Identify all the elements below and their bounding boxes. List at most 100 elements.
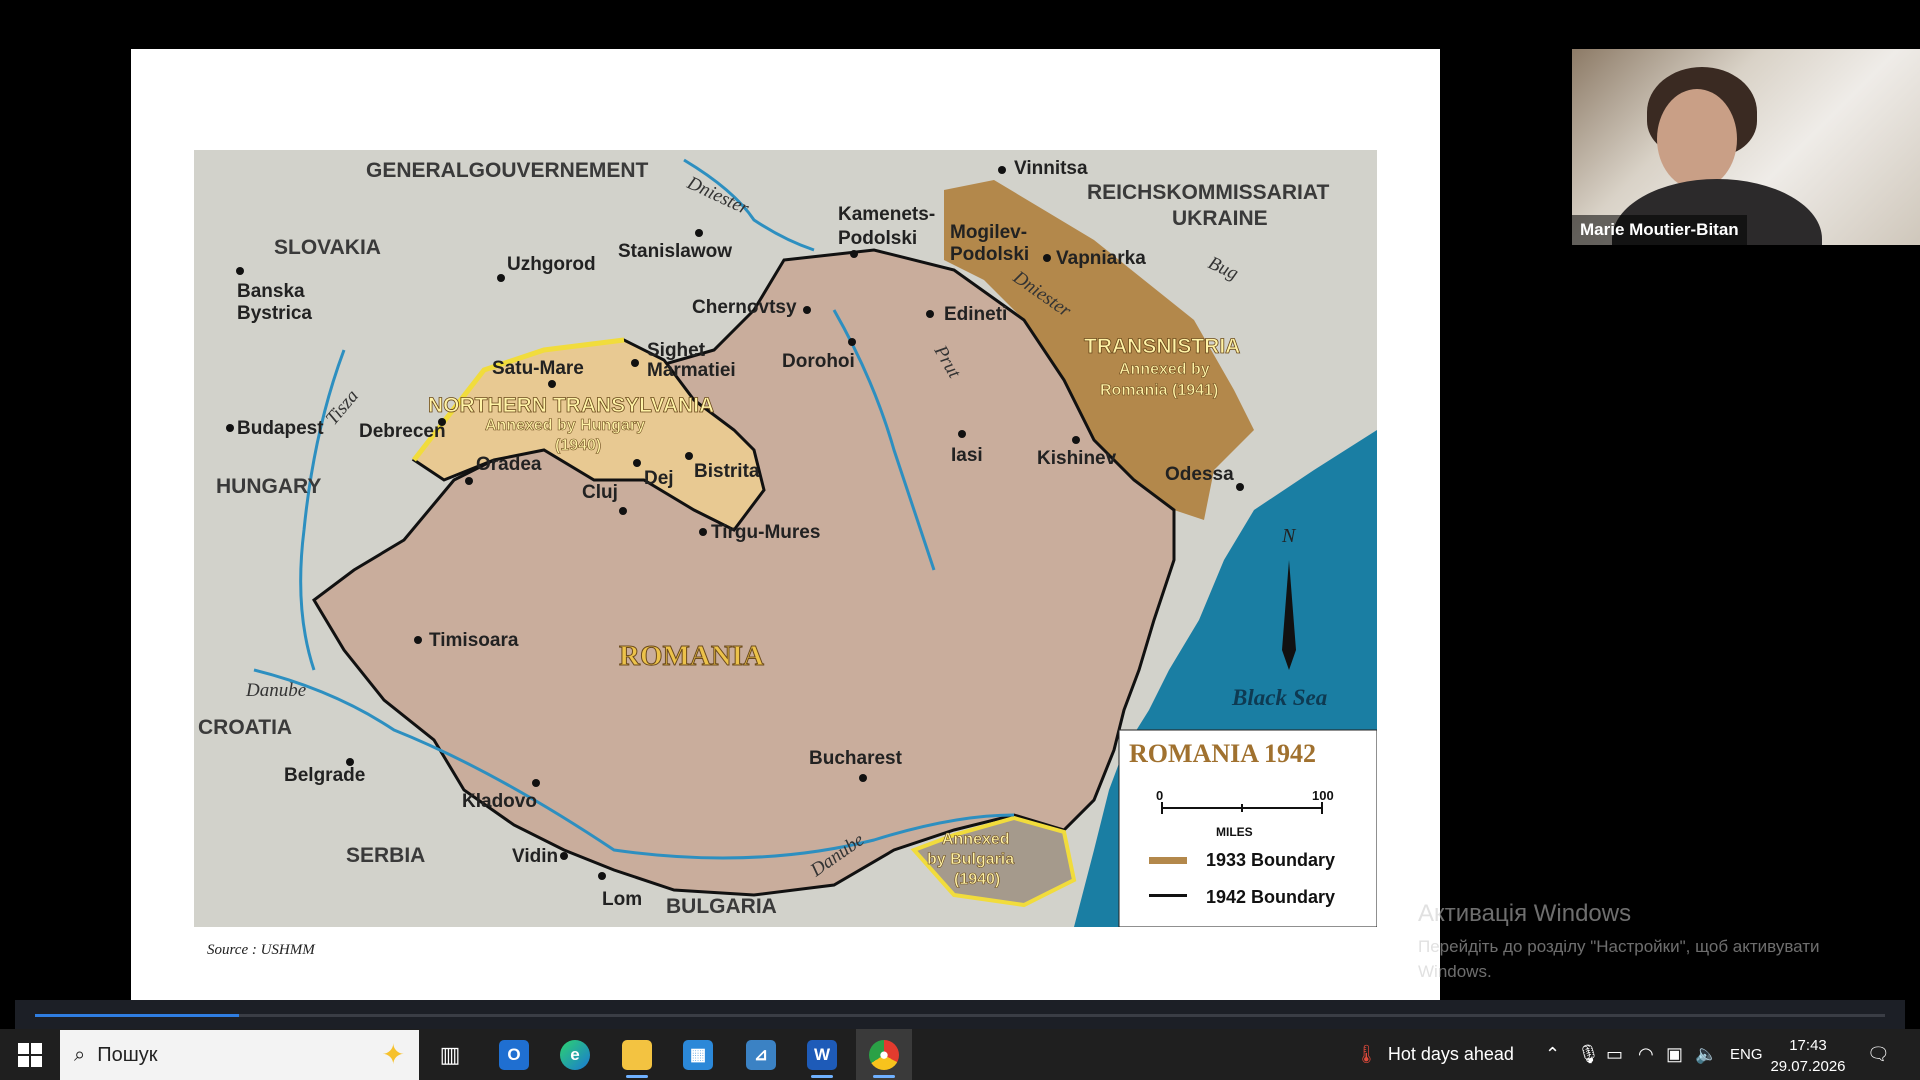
search-icon: ⌕	[74, 1043, 86, 1066]
participant-face	[1657, 89, 1737, 189]
source-caption: Source : USHMM	[207, 942, 315, 958]
city-kamenets: Kamenets-	[838, 204, 935, 225]
taskbar-app-launcher[interactable]: ⊿	[733, 1029, 789, 1080]
label-hungary: HUNGARY	[216, 475, 321, 498]
notification-icon: 🗨	[1867, 1044, 1890, 1064]
city-oradea: Oradea	[476, 454, 542, 475]
activation-title: Активація Windows	[1418, 900, 1632, 927]
river-label-danube-west: Danube	[245, 680, 306, 701]
city-uzhgorod: Uzhgorod	[507, 254, 596, 275]
city-belgrade: Belgrade	[284, 765, 365, 786]
city-kamenets-podolski: Podolski	[838, 228, 917, 249]
task-view-button[interactable]: ▥	[422, 1029, 478, 1080]
thermometer-icon: 🌡	[1355, 1044, 1378, 1064]
label-bulgaria: BULGARIA	[666, 895, 777, 918]
city-bucharest: Bucharest	[809, 748, 903, 769]
city-vapniarka: Vapniarka	[1056, 248, 1146, 269]
taskbar-microsoft-store[interactable]: ▦	[670, 1029, 726, 1080]
windows-taskbar: ⌕ Пошук ✦ ▥ O e ▦ ⊿ W ● 🌡 Hot days ahead…	[0, 1029, 1920, 1080]
legend-1942-swatch	[1149, 894, 1187, 897]
city-satu-mare: Satu-Mare	[492, 358, 584, 379]
weather-text: Hot days ahead	[1387, 1044, 1514, 1064]
city-lom: Lom	[602, 889, 642, 910]
label-bulgaria-note3: (1940)	[954, 871, 1000, 888]
city-budapest: Budapest	[237, 418, 324, 439]
legend-1933-swatch	[1149, 857, 1187, 864]
city-vidin: Vidin	[512, 846, 558, 867]
taskbar-file-explorer[interactable]	[609, 1029, 665, 1080]
label-romania: ROMANIA	[619, 640, 764, 672]
label-transnistria: TRANSNISTRIA	[1084, 335, 1240, 358]
windows-activation-watermark: Активація Windows Перейдіть до розділу "…	[1418, 900, 1858, 984]
legend-1933-label: 1933 Boundary	[1206, 850, 1335, 870]
city-banska: Banska	[237, 281, 305, 302]
network-tray-button[interactable]: ◠	[1638, 1029, 1654, 1080]
city-timisoara: Timisoara	[429, 630, 519, 651]
label-black-sea: Black Sea	[1231, 685, 1327, 710]
label-transnistria-note2: Romania (1941)	[1100, 382, 1218, 399]
chevron-up-icon: ⌃	[1545, 1044, 1561, 1064]
wifi-icon: ◠	[1638, 1044, 1654, 1064]
taskbar-chrome[interactable]: ●	[856, 1029, 912, 1080]
city-mogilev-podolski: Podolski	[950, 244, 1029, 265]
video-progress-bar[interactable]	[15, 1000, 1905, 1029]
progress-fill	[35, 1014, 239, 1017]
city-sighet: Sighet	[647, 340, 706, 361]
city-marmatiei: Marmatiei	[647, 360, 736, 381]
taskbar-search-box[interactable]: ⌕ Пошук ✦	[60, 1030, 419, 1080]
battery-icon: ▭	[1606, 1044, 1624, 1064]
start-button[interactable]	[8, 1029, 52, 1080]
label-bulgaria-note2: by Bulgaria	[927, 851, 1014, 868]
label-northern-transylvania: NORTHERN TRANSYLVANIA	[428, 394, 714, 417]
taskbar-word[interactable]: W	[794, 1029, 850, 1080]
presentation-slide: ROMANIA 1942 0 100 MILES 1933 Boundary 1…	[131, 49, 1440, 1000]
city-kishinev: Kishinev	[1037, 448, 1117, 469]
search-placeholder: Пошук	[97, 1043, 158, 1066]
compass-label: N	[1281, 525, 1297, 547]
clock-time: 17:43	[1789, 1037, 1827, 1054]
task-view-icon: ▥	[439, 1041, 461, 1067]
city-bystrica: Bystrica	[237, 303, 312, 324]
city-kladovo: Kladovo	[462, 791, 537, 812]
edge-icon: e	[560, 1039, 590, 1070]
folder-icon	[622, 1039, 652, 1070]
microphone-tray-button[interactable]: 🎙	[1577, 1029, 1600, 1080]
label-bulgaria-note1: Annexed	[942, 831, 1010, 848]
city-odessa: Odessa	[1165, 464, 1234, 485]
notifications-button[interactable]: 🗨	[1867, 1029, 1890, 1080]
show-hidden-icons-button[interactable]: ⌃	[1545, 1029, 1560, 1080]
chrome-icon: ●	[869, 1039, 899, 1070]
label-north-trans-note1: Annexed by Hungary	[485, 417, 645, 434]
label-croatia: CROATIA	[198, 716, 292, 739]
city-debrecen: Debrecen	[359, 421, 446, 442]
scale-unit: MILES	[1216, 825, 1253, 839]
city-chernovtsy: Chernovtsy	[692, 297, 797, 318]
label-serbia: SERBIA	[346, 844, 425, 867]
meet-now-icon: ▣	[1666, 1044, 1684, 1064]
weather-widget[interactable]: 🌡 Hot days ahead	[1355, 1029, 1514, 1080]
device-tray-button[interactable]: ▣	[1666, 1029, 1683, 1080]
city-cluj: Cluj	[582, 482, 618, 503]
clock-date: 29.07.2026	[1770, 1058, 1846, 1075]
microphone-icon: 🎙	[1577, 1044, 1600, 1064]
city-stanislawow: Stanislawow	[618, 241, 732, 262]
windows-logo-icon	[18, 1042, 42, 1067]
city-dorohoi: Dorohoi	[782, 351, 855, 372]
romania-1942-map: ROMANIA 1942 0 100 MILES 1933 Boundary 1…	[194, 150, 1377, 927]
label-transnistria-note1: Annexed by	[1119, 361, 1210, 378]
speaker-icon: 🔈	[1695, 1044, 1718, 1064]
copilot-sparkle-icon: ✦	[381, 1039, 405, 1070]
progress-track[interactable]	[35, 1014, 1885, 1017]
volume-tray-button[interactable]: 🔈	[1695, 1029, 1717, 1080]
taskbar-edge[interactable]: e	[547, 1029, 603, 1080]
word-icon: W	[807, 1039, 837, 1070]
language-indicator[interactable]: ENG	[1730, 1029, 1763, 1080]
city-bistrita: Bistrita	[694, 461, 760, 482]
city-mogilev: Mogilev-	[950, 222, 1027, 243]
taskbar-clock[interactable]: 17:43 29.07.2026	[1768, 1035, 1848, 1077]
taskbar-outlook[interactable]: O	[486, 1029, 542, 1080]
battery-tray-button[interactable]: ▭	[1606, 1029, 1623, 1080]
webcam-video-tile[interactable]: Marie Moutier-Bitan	[1572, 49, 1920, 245]
city-dej: Dej	[644, 468, 674, 489]
activation-subtitle: Перейдіть до розділу "Настройки", щоб ак…	[1418, 937, 1820, 981]
